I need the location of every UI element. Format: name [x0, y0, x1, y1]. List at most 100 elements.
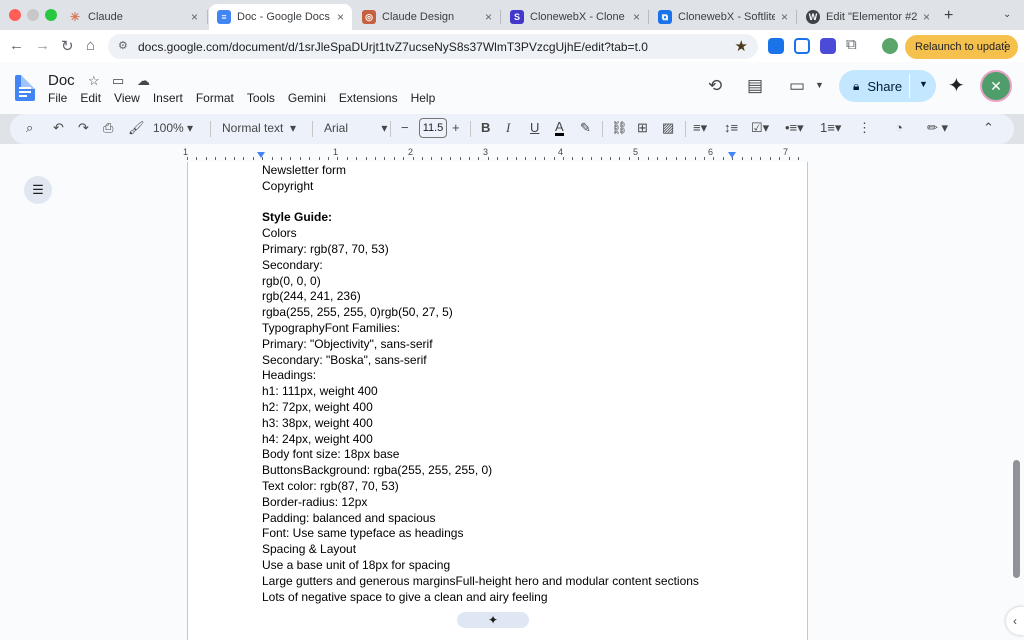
document-line[interactable]: Newsletter form [262, 163, 346, 177]
extension-copy-icon[interactable] [794, 38, 810, 54]
document-line[interactable]: TypographyFont Families: [262, 321, 400, 335]
site-settings-icon[interactable]: ⚙ [118, 39, 128, 52]
document-line[interactable]: Primary: "Objectivity", sans-serif [262, 337, 433, 351]
close-icon[interactable]: × [337, 10, 344, 24]
document-page[interactable]: Newsletter form Copyright Style Guide: Colo… [187, 162, 808, 640]
avatar[interactable]: ✕ [980, 70, 1012, 102]
document-line[interactable]: Primary: rgb(87, 70, 53) [262, 242, 389, 256]
bookmark-star-icon[interactable]: ★ [735, 37, 748, 55]
document-line[interactable]: h1: 111px, weight 400 [262, 384, 378, 398]
home-icon[interactable]: ⌂ [86, 37, 95, 54]
numbered-list-icon[interactable]: 1≡▾ [820, 120, 841, 136]
extension-square-icon[interactable] [820, 38, 836, 54]
document-title[interactable]: Doc [48, 72, 75, 89]
add-comment-icon[interactable]: ⊞ [637, 120, 648, 136]
italic-icon[interactable]: I [506, 120, 510, 136]
print-icon[interactable]: ⎙ [103, 120, 113, 136]
voice-typing-icon[interactable]: ◔ [895, 120, 903, 135]
bold-icon[interactable]: B [481, 120, 490, 135]
decrease-font-size-icon[interactable]: − [401, 120, 409, 135]
document-line[interactable]: Large gutters and generous marginsFull-h… [262, 574, 699, 588]
document-outline-icon[interactable]: ☰ [24, 176, 52, 204]
menu-tools[interactable]: Tools [247, 91, 275, 105]
menu-edit[interactable]: Edit [80, 91, 101, 105]
share-button[interactable]: 🔒︎ Share ▼ [839, 70, 936, 102]
version-history-icon[interactable]: ⟲ [708, 76, 722, 96]
browser-tab-softlite[interactable]: ⧉ ClonewebX - Softlite.io × [650, 4, 796, 30]
star-outline-icon[interactable]: ☆ [88, 73, 100, 89]
document-line[interactable]: rgb(244, 241, 236) [262, 289, 361, 303]
document-line[interactable]: h4: 24px, weight 400 [262, 432, 373, 446]
editing-mode-icon[interactable]: ✏ ▾ [927, 120, 948, 136]
text-color-icon[interactable]: A [555, 120, 564, 136]
window-minimize-button[interactable] [27, 9, 39, 21]
increase-font-size-icon[interactable]: + [452, 120, 460, 135]
document-line[interactable]: h2: 72px, weight 400 [262, 400, 373, 414]
zoom-select[interactable]: 100% ▾ [153, 121, 193, 135]
insert-link-icon[interactable]: ⛓ [611, 120, 628, 136]
window-close-button[interactable] [9, 9, 21, 21]
browser-tab-google-docs[interactable]: ≡ Doc - Google Docs × [209, 4, 352, 30]
menu-extensions[interactable]: Extensions [339, 91, 398, 105]
url-text[interactable]: docs.google.com/document/d/1srJleSpaDUrj… [138, 40, 648, 54]
menu-help[interactable]: Help [411, 91, 436, 105]
document-line[interactable]: Spacing & Layout [262, 542, 356, 556]
menu-file[interactable]: File [48, 91, 67, 105]
move-folder-icon[interactable]: ▭ [112, 73, 124, 89]
gemini-assist-button[interactable]: ✦ [457, 612, 529, 628]
close-icon[interactable]: × [781, 10, 788, 24]
search-menus-icon[interactable]: ⌕ [26, 120, 33, 136]
font-size-input[interactable]: 11.5 [419, 118, 447, 138]
checklist-icon[interactable]: ☑▾ [751, 120, 769, 136]
document-line[interactable]: Headings: [262, 368, 316, 382]
align-icon[interactable]: ≡▾ [693, 120, 707, 136]
extensions-puzzle-icon[interactable]: ⧉ [846, 36, 857, 53]
redo-icon[interactable]: ↷ [78, 120, 89, 136]
close-icon[interactable]: × [633, 10, 640, 24]
document-line[interactable]: rgb(0, 0, 0) [262, 274, 321, 288]
hide-menus-chevron-up-icon[interactable]: ⌃ [983, 120, 994, 136]
back-arrow-icon[interactable]: ← [9, 37, 24, 54]
browser-tab-clonewebx[interactable]: S ClonewebX - Clone Web × [502, 4, 648, 30]
document-line[interactable]: Secondary: "Boska", sans-serif [262, 353, 427, 367]
document-line[interactable]: Padding: balanced and spacious [262, 511, 435, 525]
document-line[interactable]: Border-radius: 12px [262, 495, 367, 509]
browser-tab-claude[interactable]: ✳ Claude × [60, 4, 206, 30]
menu-view[interactable]: View [114, 91, 140, 105]
document-line[interactable]: Use a base unit of 18px for spacing [262, 558, 450, 572]
chevron-down-icon[interactable]: ▼ [815, 80, 824, 90]
window-zoom-button[interactable] [45, 9, 57, 21]
menu-insert[interactable]: Insert [153, 91, 183, 105]
menu-format[interactable]: Format [196, 91, 234, 105]
side-panel-chevron-left-icon[interactable]: ‹ [1006, 607, 1024, 635]
gemini-sparkle-icon[interactable]: ✦ [948, 73, 965, 98]
menu-gemini[interactable]: Gemini [288, 91, 326, 105]
font-select[interactable]: Arial ▾ [324, 121, 387, 135]
extension-icon[interactable] [768, 38, 784, 54]
horizontal-ruler[interactable]: 1 1 2 3 4 5 6 7 [183, 144, 807, 162]
document-line[interactable]: Text color: rgb(87, 70, 53) [262, 479, 399, 493]
left-indent-marker[interactable] [257, 152, 265, 158]
more-options-icon[interactable]: ⋮ [858, 120, 871, 136]
vertical-scrollbar[interactable] [1013, 460, 1020, 578]
tab-search-icon[interactable]: ⌄ [1003, 9, 1011, 20]
comments-icon[interactable]: ▤ [747, 76, 763, 96]
document-line[interactable]: Copyright [262, 179, 313, 193]
browser-tab-claude-design[interactable]: ◎ Claude Design × [354, 4, 500, 30]
docs-logo-icon[interactable] [15, 75, 35, 101]
undo-icon[interactable]: ↶ [53, 120, 64, 136]
underline-icon[interactable]: U [530, 120, 539, 135]
document-line[interactable]: ButtonsBackground: rgba(255, 255, 255, 0… [262, 463, 492, 477]
close-icon[interactable]: × [923, 10, 930, 24]
document-line[interactable]: Font: Use same typeface as headings [262, 526, 463, 540]
highlight-pen-icon[interactable]: ✎ [580, 120, 591, 136]
new-tab-button[interactable]: + [944, 7, 953, 25]
forward-arrow-icon[interactable]: → [35, 37, 50, 54]
line-spacing-icon[interactable]: ↕≡ [724, 120, 738, 135]
cloud-saved-icon[interactable]: ☁ [137, 73, 150, 89]
reload-icon[interactable]: ↻ [61, 37, 74, 55]
document-line[interactable]: Colors [262, 226, 297, 240]
document-line[interactable]: h3: 38px, weight 400 [262, 416, 373, 430]
document-line[interactable]: Style Guide: [262, 210, 332, 224]
close-icon[interactable]: × [191, 10, 198, 24]
